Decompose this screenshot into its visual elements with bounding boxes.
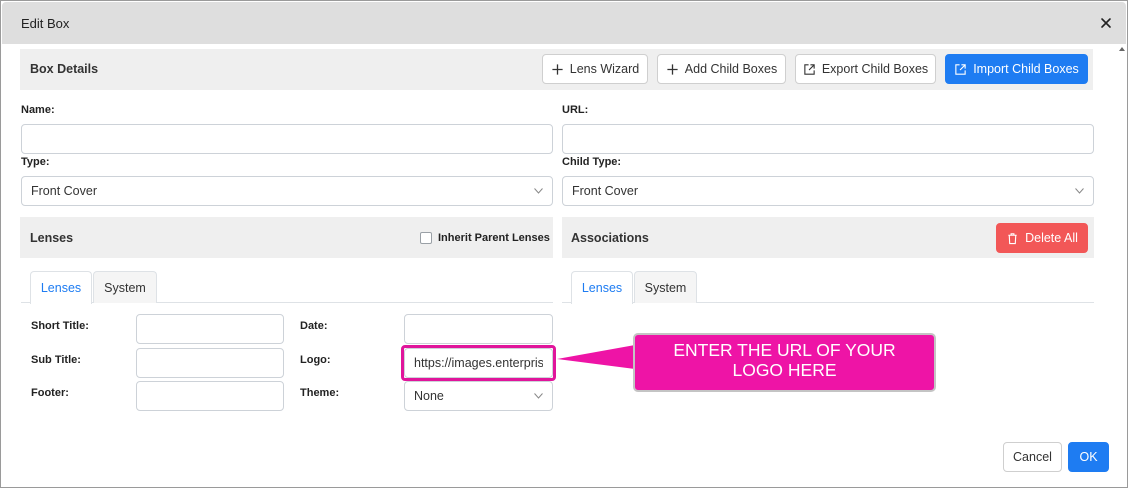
tab-system[interactable]: System	[93, 271, 157, 303]
chevron-down-icon	[534, 393, 543, 399]
tab-lenses[interactable]: Lenses	[30, 271, 92, 304]
plus-icon	[552, 63, 563, 75]
delete-all-button[interactable]: Delete All	[996, 223, 1088, 253]
theme-select-value: None	[414, 389, 444, 403]
dialog-titlebar: Edit Box	[2, 2, 1126, 44]
short-title-label: Short Title:	[31, 320, 89, 332]
lenses-title: Lenses	[30, 231, 74, 245]
url-input[interactable]	[562, 124, 1094, 154]
footer-input[interactable]	[136, 381, 284, 411]
ok-button[interactable]: OK	[1068, 442, 1109, 472]
inherit-parent-lenses-label: Inherit Parent Lenses	[438, 232, 550, 244]
tab-associations-lenses-label: Lenses	[581, 281, 623, 295]
logo-label: Logo:	[300, 354, 331, 366]
cancel-label: Cancel	[1013, 450, 1052, 464]
import-child-boxes-label: Import Child Boxes	[973, 62, 1079, 76]
callout-line-2: LOGO HERE	[732, 360, 837, 380]
name-label: Name:	[21, 104, 55, 116]
short-title-input[interactable]	[136, 314, 284, 344]
lenses-tabs: Lenses System	[21, 271, 553, 304]
ok-label: OK	[1079, 450, 1098, 464]
date-label: Date:	[300, 320, 328, 332]
tab-associations-lenses[interactable]: Lenses	[571, 271, 633, 304]
edit-box-dialog: Edit Box Box Details Lens Wizard Add Chi…	[0, 0, 1128, 488]
type-select[interactable]: Front Cover	[21, 176, 553, 206]
tab-system-label: System	[104, 280, 146, 295]
inherit-parent-lenses-checkbox[interactable]	[420, 232, 432, 244]
plus-icon	[667, 63, 678, 75]
associations-tabs: Lenses System	[562, 271, 1094, 304]
delete-all-label: Delete All	[1025, 231, 1078, 245]
lens-wizard-button[interactable]: Lens Wizard	[542, 54, 648, 84]
footer-label: Footer:	[31, 387, 69, 399]
date-input[interactable]	[404, 314, 553, 344]
import-icon	[955, 63, 966, 75]
export-child-boxes-label: Export Child Boxes	[821, 62, 929, 76]
callout-line-1: ENTER THE URL OF YOUR	[673, 340, 896, 360]
lens-wizard-label: Lens Wizard	[569, 62, 640, 76]
add-child-boxes-button[interactable]: Add Child Boxes	[657, 54, 786, 84]
export-child-boxes-button[interactable]: Export Child Boxes	[795, 54, 936, 84]
tab-associations-system[interactable]: System	[634, 271, 697, 303]
associations-title: Associations	[571, 231, 649, 245]
export-icon	[804, 63, 815, 75]
url-label: URL:	[562, 104, 589, 116]
logo-input-highlight	[401, 345, 556, 381]
child-type-select-value: Front Cover	[572, 184, 638, 198]
sub-title-input[interactable]	[136, 348, 284, 378]
name-input[interactable]	[21, 124, 553, 154]
theme-label: Theme:	[300, 387, 340, 399]
chevron-down-icon	[534, 188, 543, 194]
type-label: Type:	[21, 156, 50, 168]
type-select-value: Front Cover	[31, 184, 97, 198]
callout-arrow-icon	[557, 345, 635, 369]
tab-lenses-label: Lenses	[40, 281, 82, 295]
box-details-title: Box Details	[30, 62, 99, 76]
scroll-up-arrow-icon[interactable]	[1119, 47, 1125, 51]
sub-title-label: Sub Title:	[31, 354, 81, 366]
add-child-boxes-label: Add Child Boxes	[684, 62, 778, 76]
dialog-title: Edit Box	[21, 16, 70, 31]
import-child-boxes-button[interactable]: Import Child Boxes	[945, 54, 1088, 84]
trash-icon	[1008, 232, 1017, 244]
chevron-down-icon	[1075, 188, 1084, 194]
theme-select[interactable]: None	[404, 381, 553, 411]
cancel-button[interactable]: Cancel	[1003, 442, 1062, 472]
child-type-select[interactable]: Front Cover	[562, 176, 1094, 206]
close-icon[interactable]	[1098, 15, 1114, 31]
tab-associations-system-label: System	[644, 280, 687, 295]
child-type-label: Child Type:	[562, 156, 622, 168]
dialog-scrollbar[interactable]	[1117, 45, 1126, 435]
callout-annotation: ENTER THE URL OF YOUR LOGO HERE	[633, 333, 936, 392]
